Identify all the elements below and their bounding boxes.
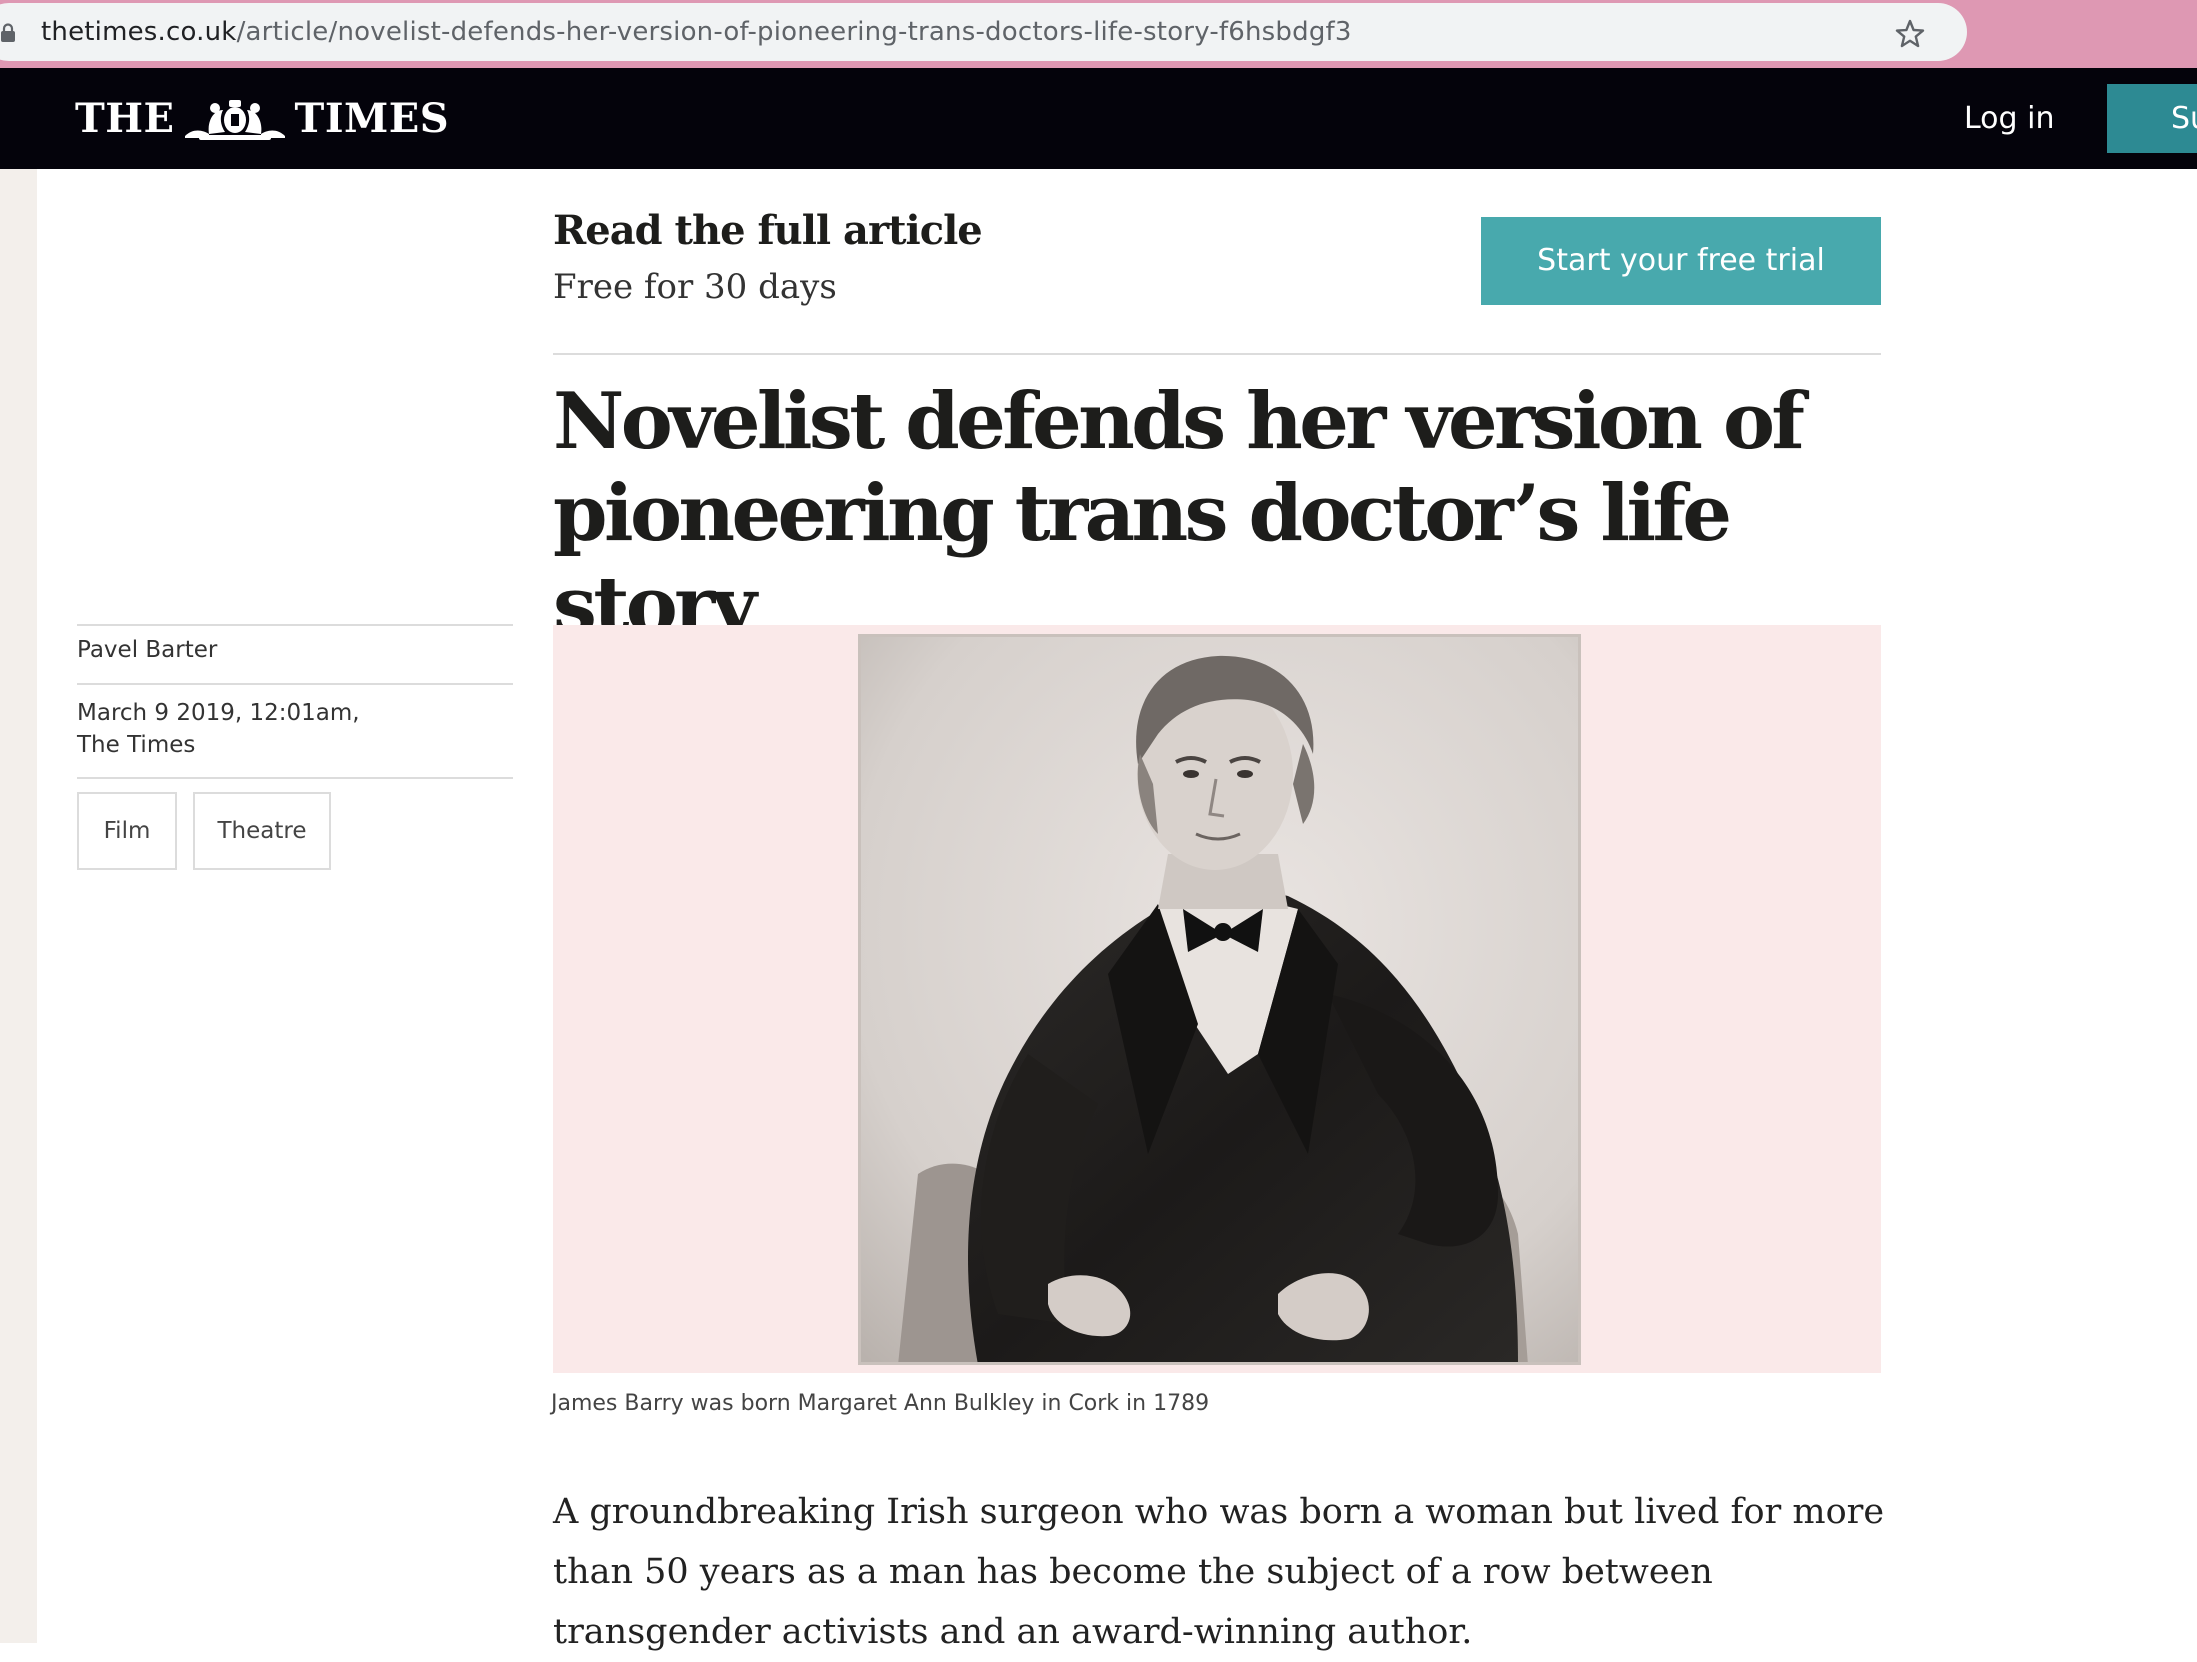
browser-toolbar: thetimes.co.uk/article/novelist-defends-… — [0, 0, 2197, 68]
logo-text-times: TIMES — [294, 94, 450, 142]
tag-film[interactable]: Film — [77, 792, 177, 870]
paywall-subtitle: Free for 30 days — [553, 267, 837, 307]
royal-crest-icon — [184, 100, 285, 140]
portrait-photo — [858, 634, 1581, 1365]
paywall-title: Read the full article — [553, 207, 983, 254]
login-link[interactable]: Log in — [1964, 100, 2054, 138]
star-icon[interactable] — [1894, 18, 1926, 50]
start-free-trial-button[interactable]: Start your free trial — [1481, 217, 1881, 305]
article-headline: Novelist defends her version of pioneeri… — [553, 376, 1805, 651]
publication-name: The Times — [77, 732, 196, 758]
byline-divider — [77, 683, 513, 685]
byline-divider — [77, 777, 513, 779]
url-text[interactable]: thetimes.co.uk/article/novelist-defends-… — [41, 15, 1352, 49]
tag-theatre[interactable]: Theatre — [193, 792, 331, 870]
lead-image-frame — [553, 625, 1881, 1373]
article-body-paragraph: A groundbreaking Irish surgeon who was b… — [553, 1492, 1885, 1652]
image-caption: James Barry was born Margaret Ann Bulkle… — [551, 1391, 1210, 1416]
lock-icon[interactable] — [0, 23, 16, 43]
paywall-divider — [553, 353, 1881, 355]
publish-date: March 9 2019, 12:01am, The Times — [77, 697, 360, 761]
logo-text-the: THE — [75, 94, 175, 142]
the-times-logo[interactable]: THE TIMES — [75, 92, 449, 144]
byline-divider — [77, 624, 513, 626]
url-path: /article/novelist-defends-her-version-of… — [236, 17, 1352, 47]
url-domain: thetimes.co.uk — [41, 17, 237, 47]
author-name[interactable]: Pavel Barter — [77, 634, 217, 666]
subscribe-button[interactable]: Su — [2107, 84, 2197, 153]
site-header: THE TIMES Log in Su — [0, 68, 2197, 169]
publish-date-line: March 9 2019, 12:01am, — [77, 700, 360, 726]
address-bar[interactable]: thetimes.co.uk/article/novelist-defends-… — [0, 3, 1967, 61]
left-gutter — [0, 169, 37, 1643]
